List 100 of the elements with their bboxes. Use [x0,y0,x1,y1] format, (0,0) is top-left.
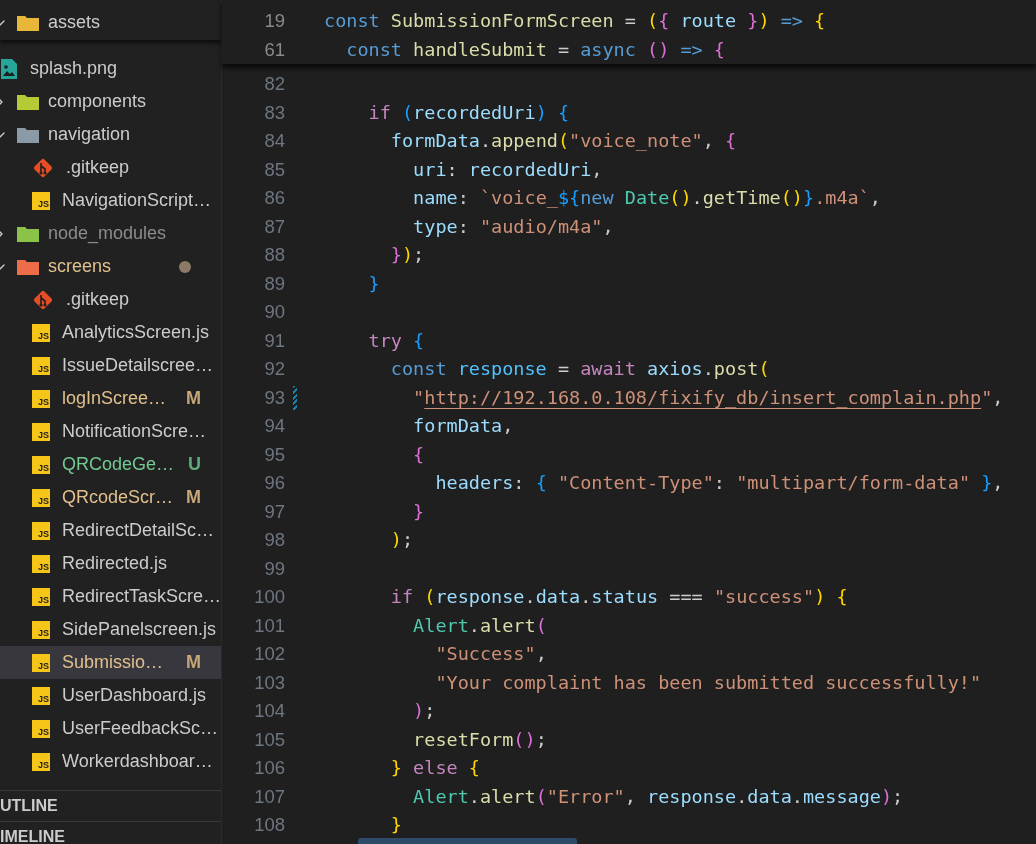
file-item[interactable]: JS AnalyticsScreen.js [0,316,221,349]
code-line: if (recordedUri) { [367,100,570,125]
file-name: NavigationScript… [62,189,212,212]
folder-item[interactable]: navigation [0,118,221,151]
js-file-icon: JS [32,488,50,507]
code-line: headers: { "Content-Type": "multipart/form-data" }, [434,471,1004,496]
file-item[interactable]: JS Workerdashboar… [0,745,221,778]
file-name: Workerdashboar… [62,750,213,773]
file-item[interactable]: JS logInScree… M [0,382,221,415]
file-name: UserFeedbackSc… [62,717,219,740]
line-number: 98 [263,528,285,553]
js-file-icon: JS [32,323,50,342]
file-item[interactable]: JS RedirectTaskScre… [0,580,221,613]
file-name: .gitkeep [66,288,130,311]
js-file-icon: JS [32,719,50,738]
line-number: 93 [263,385,285,410]
code-line: } [367,271,380,296]
js-file-icon: JS [32,620,50,639]
file-name: .gitkeep [66,156,130,179]
code-line: "Your complaint has been submitted successfully!" [434,670,982,695]
file-name: Redirected.js [62,552,168,575]
line-number: 61 [263,37,285,62]
code-line: uri: recordedUri, [412,157,603,182]
file-item[interactable]: JS QRcodeScr… M [0,481,221,514]
line-number: 82 [263,72,285,97]
file-name: navigation [48,123,131,146]
file-name: IssueDetailscree… [62,354,214,377]
line-number: 108 [253,813,285,838]
code-line: Alert.alert( [412,613,547,638]
file-name: components [48,90,147,113]
file-name: node_modules [48,222,167,246]
folder-item[interactable]: components [0,85,221,118]
line-number: 102 [253,642,285,667]
file-item[interactable]: .gitkeep [0,283,221,316]
line-number: 83 [263,100,285,125]
line-number: 89 [263,271,285,296]
git-status-label: M [186,486,201,509]
folder-item[interactable]: node_modules [0,217,221,250]
js-file-icon: JS [32,422,50,441]
js-file-icon: JS [32,752,50,771]
git-status-label: U [188,453,201,476]
file-name: RedirectTaskScre… [62,585,222,608]
git-status-label: M [186,651,201,674]
file-item[interactable]: .gitkeep [0,151,221,184]
code-line: formData, [412,414,514,439]
file-item[interactable]: JS NotificationScre… [0,415,221,448]
file-item[interactable]: JS SidePanelscreen.js [0,613,221,646]
code-line: Alert.alert("Error", response.data.message); [412,784,904,809]
file-name: UserDashboard.js [62,684,207,707]
code-line: formData.append("voice_note", { [389,129,737,154]
line-number: 87 [263,214,285,239]
code-line: { [412,442,425,467]
horizontal-scrollbar[interactable] [358,838,577,844]
file-name: screens [48,255,112,278]
file-name: NotificationScre… [62,420,207,443]
file-item[interactable]: JS IssueDetailscree… [0,349,221,382]
line-number: 99 [263,556,285,581]
file-item[interactable]: splash.png [0,52,221,85]
file-name: QRcodeScr… [62,486,174,509]
code-line: ); [389,528,414,553]
folder-name: assets [48,11,101,34]
line-number: 19 [263,8,285,33]
code-line: try { [367,328,425,353]
file-item[interactable]: JS Submissio… M [0,646,221,679]
file-item[interactable]: JS UserDashboard.js [0,679,221,712]
panel-header[interactable]: IMELINE [0,821,221,844]
js-file-icon: JS [32,521,50,540]
code-line: name: `voice_${new Date().getTime()}.m4a`, [412,186,881,211]
file-name: logInScree… [62,387,167,410]
line-number: 104 [253,699,285,724]
file-name: SidePanelscreen.js [62,618,217,641]
line-number: 88 [263,243,285,268]
code-line: resetForm(); [412,727,547,752]
code-line: "Success", [434,642,547,667]
line-number: 100 [253,585,285,610]
js-file-icon: JS [32,191,50,210]
git-status-label: M [186,387,201,410]
js-file-icon: JS [32,653,50,672]
file-item[interactable]: JS NavigationScript… [0,184,221,217]
js-file-icon: JS [32,554,50,573]
js-file-icon: JS [32,587,50,606]
file-name: splash.png [30,57,118,80]
code-line: } [412,499,425,524]
file-item[interactable]: JS Redirected.js [0,547,221,580]
file-name: AnalyticsScreen.js [62,321,210,344]
file-item[interactable]: JS QRCodeGe… U [0,448,221,481]
file-item[interactable]: JS UserFeedbackSc… [0,712,221,745]
code-line: ); [412,699,436,724]
line-number: 92 [263,357,285,382]
line-number: 103 [253,670,285,695]
code-line: const SubmissionFormScreen = ({ route }) => { [324,8,826,33]
line-number: 96 [263,471,285,496]
sticky-folder-header[interactable]: assets [0,0,221,40]
line-number: 86 [263,186,285,211]
line-number: 105 [253,727,285,752]
line-number: 101 [253,613,285,638]
file-name: Submissio… [62,651,164,674]
folder-item[interactable]: screens [0,250,221,283]
file-item[interactable]: JS RedirectDetailSc… [0,514,221,547]
line-number: 106 [253,756,285,781]
